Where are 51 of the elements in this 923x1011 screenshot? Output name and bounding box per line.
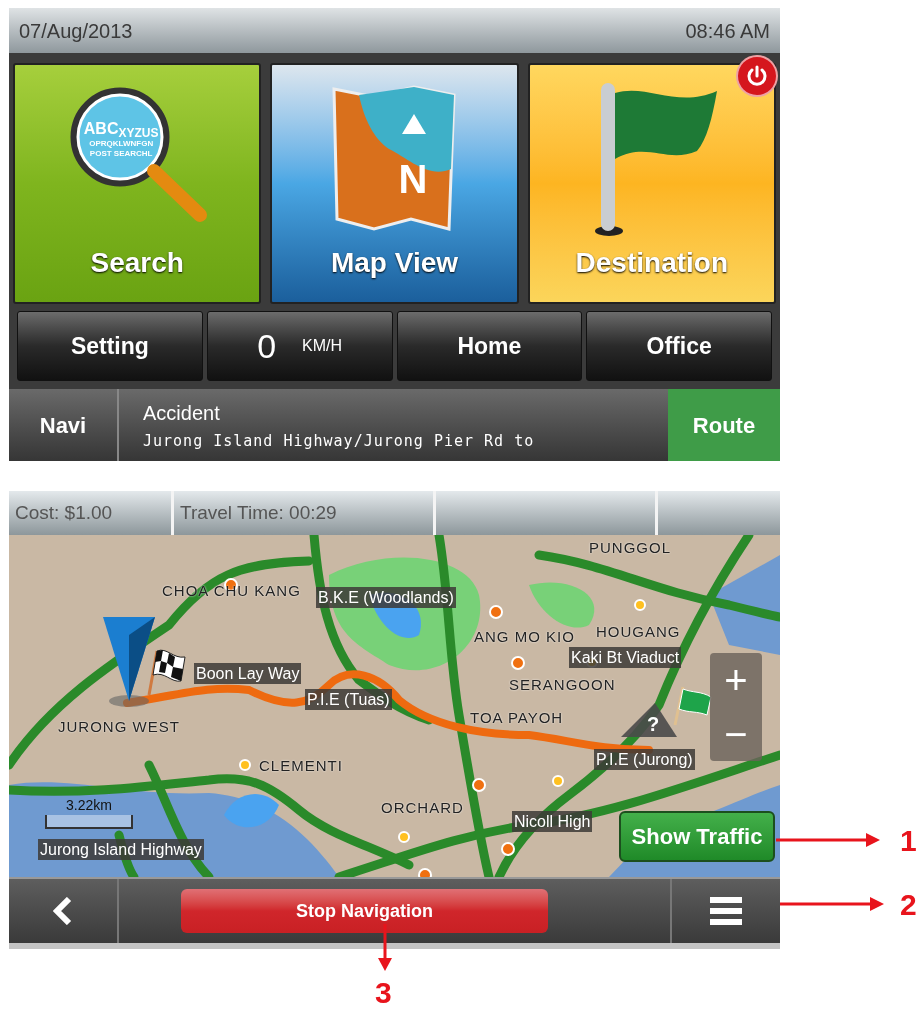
callout-number: 2 xyxy=(900,890,917,920)
map-tile-button[interactable]: N Map View xyxy=(270,63,519,304)
zoom-in-button[interactable]: + xyxy=(710,653,762,707)
alert-detail: Jurong Island Highway/Jurong Pier Rd to xyxy=(143,430,536,452)
stop-navigation-button[interactable]: Stop Navigation xyxy=(181,889,548,933)
magnifier-text: OPRQKLWNFGN xyxy=(89,139,154,149)
magnifier-text: POST SEARCHL xyxy=(89,149,153,159)
shortcut-button[interactable]: Office xyxy=(586,311,772,381)
area-label: ORCHARD xyxy=(381,798,464,818)
menu-icon xyxy=(710,897,742,925)
power-button[interactable] xyxy=(736,55,778,97)
road-label: Nicoll High xyxy=(512,811,593,832)
time-text: 08:46 AM xyxy=(685,18,770,44)
speed-value: 0 xyxy=(257,325,277,367)
road-label: Boon Lay Way xyxy=(194,663,302,684)
callout-number: 3 xyxy=(375,978,392,1008)
shortcut-button[interactable]: Home xyxy=(396,311,583,381)
road-label: P.I.E (Jurong) xyxy=(594,749,695,770)
power-icon xyxy=(746,65,768,87)
scale-text: 3.22km xyxy=(66,796,112,815)
area-label: JURONG WEST xyxy=(58,717,180,737)
magnifier-text: ABC$_{XYZUS}$ xyxy=(83,119,159,139)
chevron-left-icon xyxy=(53,897,73,925)
road-label: B.K.E (Woodlands) xyxy=(316,587,456,608)
position-pointer-icon xyxy=(101,615,157,707)
area-label: ANG MO KIO xyxy=(474,627,575,647)
zoom-out-button[interactable]: − xyxy=(710,707,762,761)
area-label: TOA PAYOH xyxy=(470,708,564,728)
road-label: Kaki Bt Viaduct xyxy=(569,647,682,668)
area-label: HOUGANG xyxy=(596,622,681,642)
lake-area xyxy=(224,794,279,828)
map-letter: N xyxy=(398,156,428,203)
shortcut-button[interactable]: Setting xyxy=(17,311,203,381)
road-label: Jurong Island Highway xyxy=(38,839,204,860)
navi-button[interactable]: Navi xyxy=(9,389,119,461)
search-tile-button[interactable]: ABC$_{XYZUS}$ OPRQKLWNFGN POST SEARCHL Search xyxy=(13,63,262,304)
cursor-marker: ? xyxy=(621,703,677,739)
area-label: PUNGGOL xyxy=(589,538,671,558)
speed-unit: KM/H xyxy=(302,336,343,356)
info-text: Travel Time: 00:29 xyxy=(180,500,337,525)
show-traffic-button[interactable]: Show Traffic xyxy=(619,811,775,862)
route-button[interactable]: Route xyxy=(668,389,780,461)
park-area xyxy=(529,582,595,628)
callout-number: 1 xyxy=(900,826,917,856)
area-label: SERANGOON xyxy=(509,675,616,695)
info-text: Cost: $1.00 xyxy=(15,500,113,525)
alert-title: Accident xyxy=(143,400,221,426)
date-text: 07/Aug/2013 xyxy=(19,18,133,44)
annotation-arrow xyxy=(378,924,392,971)
area-label: CLEMENTI xyxy=(259,756,343,776)
road-label: P.I.E (Tuas) xyxy=(305,689,392,710)
